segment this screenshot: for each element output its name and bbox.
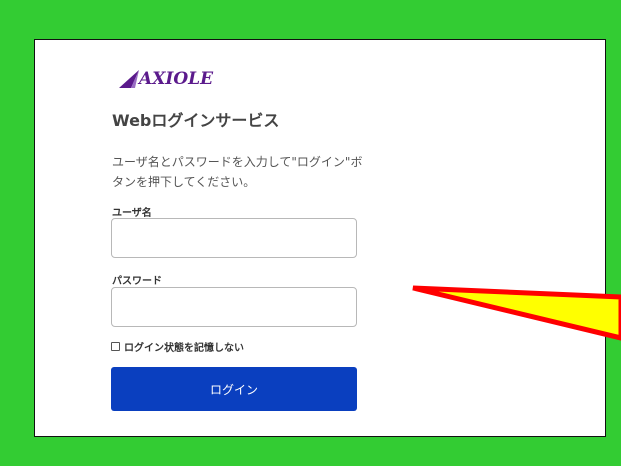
remember-login-checkbox-row[interactable]: ログイン状態を記憶しない — [111, 339, 244, 354]
login-button[interactable]: ログイン — [111, 367, 357, 411]
axiole-logo: AXIOLE — [117, 66, 213, 92]
paper-plane-icon — [119, 70, 139, 88]
logo-text: AXIOLE — [139, 69, 214, 89]
password-label: パスワード — [112, 276, 162, 287]
remember-login-checkbox[interactable] — [111, 342, 120, 351]
login-instructions: ユーザ名とパスワードを入力して"ログイン"ボタンを押下してください。 — [112, 155, 363, 189]
username-label: ユーザ名 — [112, 208, 152, 219]
login-panel: AXIOLE Webログインサービス ユーザ名とパスワードを入力して"ログイン"… — [34, 39, 606, 437]
page-title: Webログインサービス — [112, 111, 280, 130]
remember-login-label: ログイン状態を記憶しない — [124, 343, 244, 354]
password-input[interactable] — [111, 287, 357, 327]
username-input[interactable] — [111, 218, 357, 258]
